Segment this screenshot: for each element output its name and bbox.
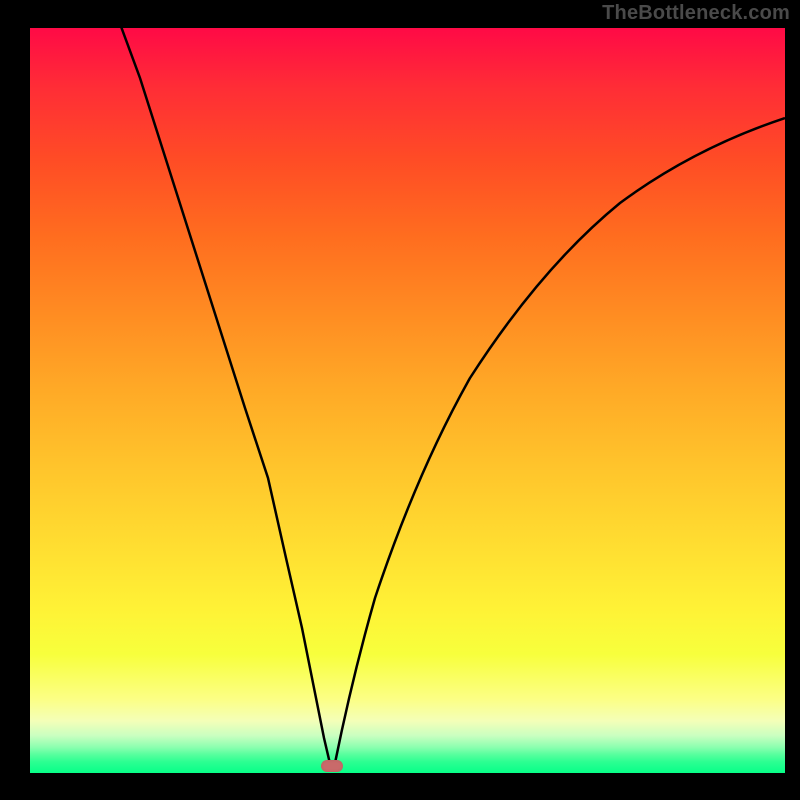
optimal-point-marker (321, 760, 343, 772)
bottleneck-curve-left (105, 28, 331, 768)
curve-svg (30, 28, 785, 773)
chart-frame: TheBottleneck.com (0, 0, 800, 800)
bottleneck-curve-right (334, 118, 785, 768)
watermark-text: TheBottleneck.com (602, 2, 790, 25)
plot-area (30, 28, 785, 773)
